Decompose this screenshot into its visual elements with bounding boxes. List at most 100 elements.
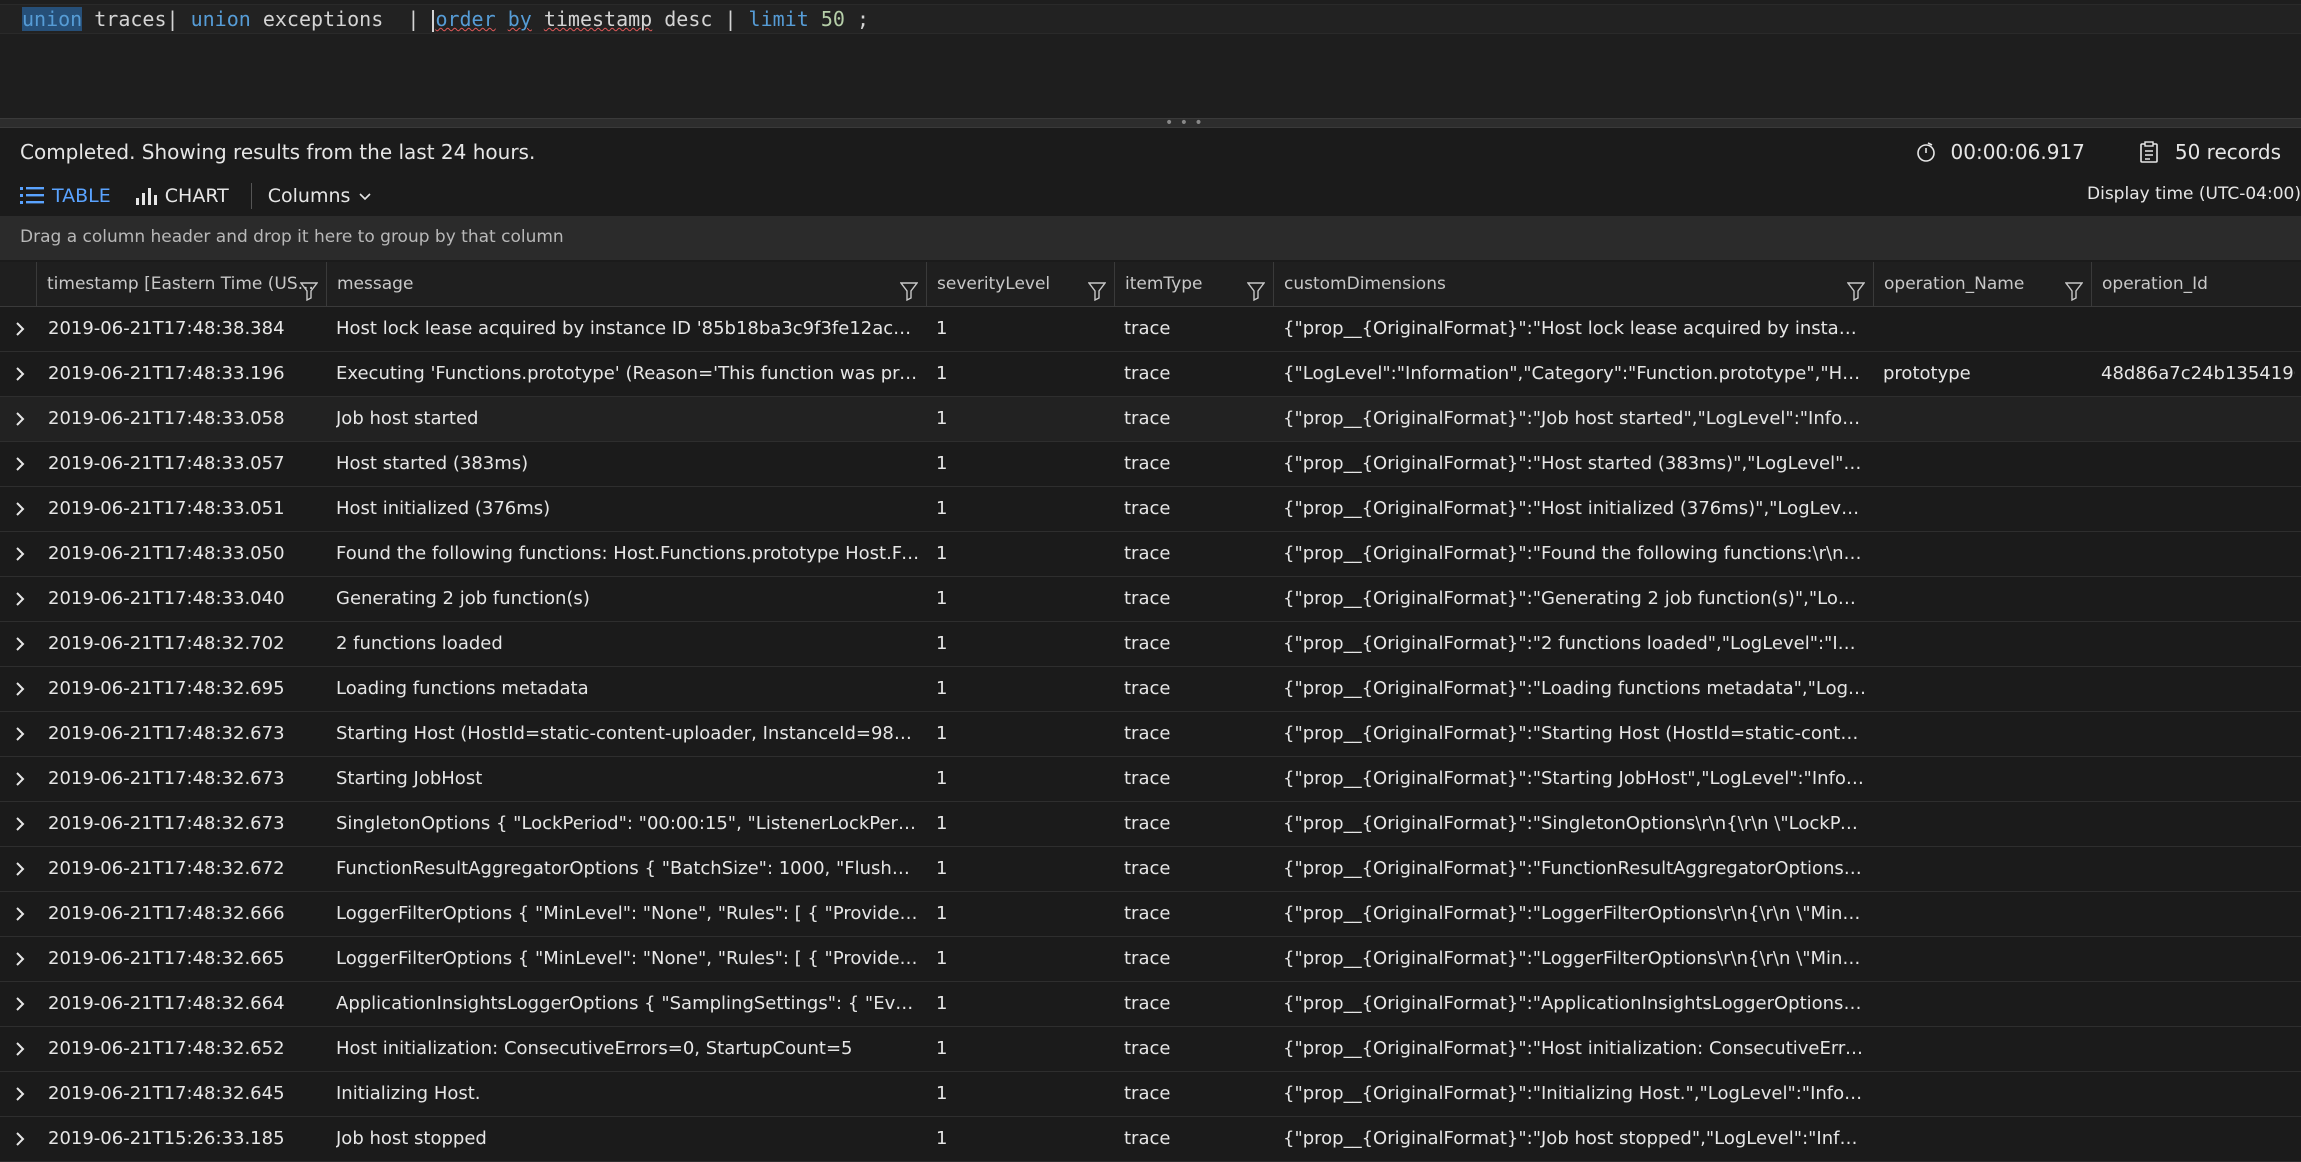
cell-timestamp: 2019-06-21T17:48:32.673 bbox=[48, 723, 285, 744]
cell-operation-name bbox=[1883, 892, 2085, 936]
cell-operation-id bbox=[2101, 757, 2295, 801]
cell-severity-level: 1 bbox=[936, 858, 948, 879]
filter-icon[interactable] bbox=[1846, 274, 1866, 306]
column-header-custom-dimensions[interactable]: customDimensions bbox=[1273, 262, 1873, 306]
expand-row-chevron-icon[interactable] bbox=[14, 411, 26, 432]
columns-label: Columns bbox=[267, 185, 351, 207]
table-row[interactable]: 2019-06-21T17:48:32.702 2 functions loade… bbox=[0, 622, 2301, 667]
cell-severity-level: 1 bbox=[936, 723, 948, 744]
table-row[interactable]: 2019-06-21T15:26:33.185 Job host stopped 1… bbox=[0, 1117, 2301, 1162]
table-row[interactable]: 2019-06-21T17:48:32.652 Host initializati… bbox=[0, 1027, 2301, 1072]
cell-timestamp: 2019-06-21T17:48:32.673 bbox=[48, 813, 285, 834]
cell-message: Loading functions metadata bbox=[336, 678, 589, 699]
column-header-operation-name[interactable]: operation_Name bbox=[1873, 262, 2091, 306]
cell-custom-dimensions: {"LogLevel":"Information","Category":"Fu… bbox=[1283, 363, 1867, 384]
cell-message: Starting Host (HostId=static-content-upl… bbox=[336, 723, 920, 744]
table-row[interactable]: 2019-06-21T17:48:33.050 Found the followi… bbox=[0, 532, 2301, 577]
cell-item-type: trace bbox=[1124, 363, 1171, 384]
cell-operation-id: 48d86a7c24b1354196e9c bbox=[2101, 363, 2295, 384]
cell-message: Job host stopped bbox=[336, 1128, 487, 1149]
expand-row-chevron-icon[interactable] bbox=[14, 681, 26, 702]
table-row[interactable]: 2019-06-21T17:48:32.666 LoggerFilterOptio… bbox=[0, 892, 2301, 937]
cell-message: Host initialization: ConsecutiveErrors=0… bbox=[336, 1038, 853, 1059]
table-row[interactable]: 2019-06-21T17:48:32.645 Initializing Host… bbox=[0, 1072, 2301, 1117]
group-by-dropzone[interactable]: Drag a column header and drop it here to… bbox=[0, 216, 2301, 260]
display-time-setting[interactable]: Display time (UTC-04:00) bbox=[2087, 184, 2301, 204]
table-row[interactable]: 2019-06-21T17:48:32.673 Starting Host (Ho… bbox=[0, 712, 2301, 757]
table-row[interactable]: 2019-06-21T17:48:33.040 Generating 2 job … bbox=[0, 577, 2301, 622]
column-header-operation-id[interactable]: operation_Id bbox=[2091, 262, 2301, 306]
cell-operation-id bbox=[2101, 667, 2295, 711]
expand-row-chevron-icon[interactable] bbox=[14, 321, 26, 342]
cell-timestamp: 2019-06-21T17:48:32.652 bbox=[48, 1038, 285, 1059]
column-header-timestamp[interactable]: timestamp [Eastern Time (US... bbox=[36, 262, 326, 306]
table-row[interactable]: 2019-06-21T17:48:33.057 Host started (383… bbox=[0, 442, 2301, 487]
cell-item-type: trace bbox=[1124, 903, 1171, 924]
chart-view-button[interactable]: CHART bbox=[135, 185, 229, 207]
expand-row-chevron-icon[interactable] bbox=[14, 726, 26, 747]
expand-row-chevron-icon[interactable] bbox=[14, 546, 26, 567]
cell-timestamp: 2019-06-21T17:48:32.665 bbox=[48, 948, 285, 969]
cell-operation-id bbox=[2101, 802, 2295, 846]
table-view-button[interactable]: TABLE bbox=[20, 185, 111, 207]
expand-row-chevron-icon[interactable] bbox=[14, 816, 26, 837]
query-token: union bbox=[190, 7, 251, 31]
expand-row-chevron-icon[interactable] bbox=[14, 1131, 26, 1152]
editor-results-splitter[interactable]: • • • bbox=[0, 115, 2301, 131]
cell-operation-id bbox=[2101, 1027, 2295, 1071]
column-header-severity-level[interactable]: severityLevel bbox=[926, 262, 1114, 306]
column-header-item-type[interactable]: itemType bbox=[1114, 262, 1273, 306]
expand-row-chevron-icon[interactable] bbox=[14, 996, 26, 1017]
column-header-label: operation_Name bbox=[1884, 274, 2025, 294]
table-row[interactable]: 2019-06-21T17:48:32.673 Starting JobHost 1… bbox=[0, 757, 2301, 802]
cell-item-type: trace bbox=[1124, 633, 1171, 654]
expand-row-chevron-icon[interactable] bbox=[14, 456, 26, 477]
table-row[interactable]: 2019-06-21T17:48:32.664 ApplicationInsigh… bbox=[0, 982, 2301, 1027]
expand-row-chevron-icon[interactable] bbox=[14, 771, 26, 792]
cell-custom-dimensions: {"prop__{OriginalFormat}":"LoggerFilterO… bbox=[1283, 948, 1867, 969]
filter-icon[interactable] bbox=[2064, 274, 2084, 306]
query-token: ; bbox=[844, 7, 869, 31]
table-row[interactable]: 2019-06-21T17:48:33.051 Host initialized … bbox=[0, 487, 2301, 532]
table-row[interactable]: 2019-06-21T17:48:32.695 Loading functions… bbox=[0, 667, 2301, 712]
column-header-message[interactable]: message bbox=[326, 262, 926, 306]
cell-operation-name: prototype bbox=[1883, 363, 1971, 384]
splitter-grip-icon[interactable]: • • • bbox=[1165, 115, 1204, 131]
cell-message: Host initialized (376ms) bbox=[336, 498, 551, 519]
cell-timestamp: 2019-06-21T17:48:32.666 bbox=[48, 903, 285, 924]
filter-icon[interactable] bbox=[899, 274, 919, 306]
cell-custom-dimensions: {"prop__{OriginalFormat}":"LoggerFilterO… bbox=[1283, 903, 1867, 924]
cell-message: Job host started bbox=[336, 408, 479, 429]
cell-message: ApplicationInsightsLoggerOptions { "Samp… bbox=[336, 993, 920, 1014]
table-row[interactable]: 2019-06-21T17:48:32.673 SingletonOptions … bbox=[0, 802, 2301, 847]
expand-row-chevron-icon[interactable] bbox=[14, 1086, 26, 1107]
table-row[interactable]: 2019-06-21T17:48:32.665 LoggerFilterOptio… bbox=[0, 937, 2301, 982]
expand-row-chevron-icon[interactable] bbox=[14, 501, 26, 522]
cell-message: Host started (383ms) bbox=[336, 453, 529, 474]
expand-row-chevron-icon[interactable] bbox=[14, 951, 26, 972]
table-row[interactable]: 2019-06-21T17:48:32.672 FunctionResultAgg… bbox=[0, 847, 2301, 892]
table-row[interactable]: 2019-06-21T17:48:38.384 Host lock lease a… bbox=[0, 307, 2301, 352]
expand-row-chevron-icon[interactable] bbox=[14, 1041, 26, 1062]
cell-timestamp: 2019-06-21T17:48:32.695 bbox=[48, 678, 285, 699]
query-editor[interactable]: union traces| union exceptions | order b… bbox=[0, 0, 2301, 118]
filter-icon[interactable] bbox=[1087, 274, 1107, 306]
table-row[interactable]: 2019-06-21T17:48:33.196 Executing 'Functi… bbox=[0, 352, 2301, 397]
query-token: desc | bbox=[652, 7, 749, 31]
columns-dropdown[interactable]: Columns bbox=[268, 185, 373, 207]
column-header-label: customDimensions bbox=[1284, 274, 1446, 294]
expand-row-chevron-icon[interactable] bbox=[14, 906, 26, 927]
cell-item-type: trace bbox=[1124, 1128, 1171, 1149]
table-row[interactable]: 2019-06-21T17:48:33.058 Job host started 1… bbox=[0, 397, 2301, 442]
expand-row-chevron-icon[interactable] bbox=[14, 591, 26, 612]
cell-timestamp: 2019-06-21T17:48:33.050 bbox=[48, 543, 285, 564]
cell-item-type: trace bbox=[1124, 678, 1171, 699]
query-text[interactable]: union traces| union exceptions | order b… bbox=[22, 6, 869, 32]
query-token: 50 bbox=[820, 7, 845, 31]
expand-row-chevron-icon[interactable] bbox=[14, 861, 26, 882]
filter-icon[interactable] bbox=[299, 274, 319, 306]
expand-row-chevron-icon[interactable] bbox=[14, 366, 26, 387]
cell-operation-id bbox=[2101, 982, 2295, 1026]
expand-row-chevron-icon[interactable] bbox=[14, 636, 26, 657]
filter-icon[interactable] bbox=[1246, 274, 1266, 306]
